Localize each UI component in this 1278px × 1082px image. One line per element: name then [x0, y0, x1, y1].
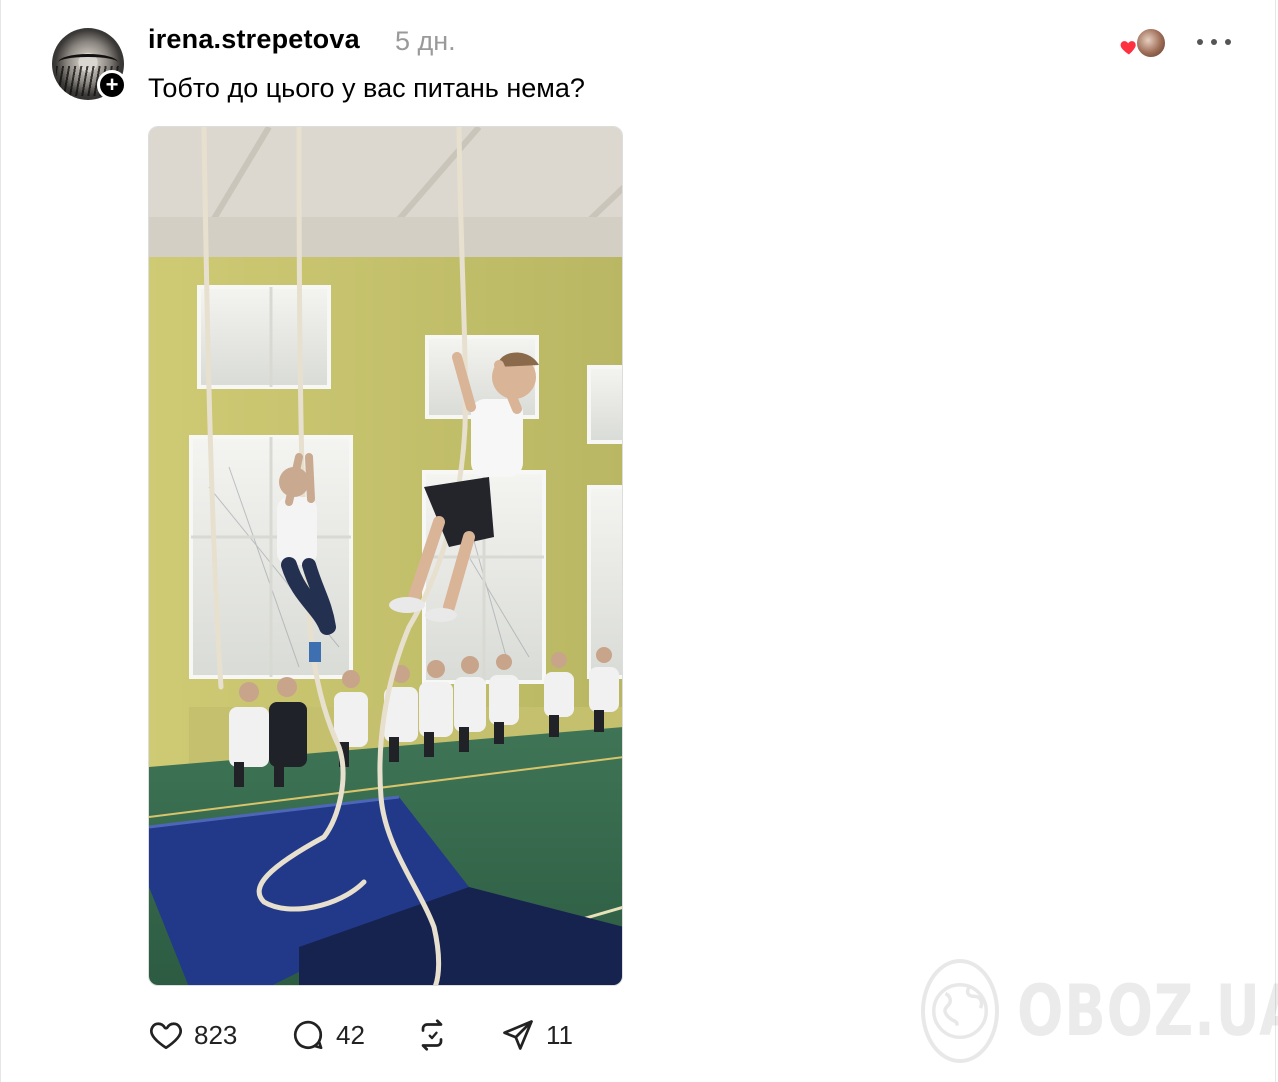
repost-icon [421, 1019, 443, 1051]
more-options-icon[interactable] [1197, 30, 1231, 54]
gym-rope-climbing-photo [149, 127, 622, 985]
comment-button[interactable]: 42 [290, 1015, 365, 1055]
like-button[interactable]: 823 [148, 1015, 237, 1055]
heart-icon [150, 1022, 182, 1050]
like-count: 823 [194, 1019, 238, 1050]
follow-plus-icon[interactable]: + [97, 70, 127, 100]
post-image[interactable] [148, 126, 623, 986]
share-icon [503, 1020, 533, 1050]
author-username[interactable]: irena.strepetova [148, 24, 360, 55]
share-count: 11 [546, 1019, 573, 1050]
liked-heart-icon [1120, 41, 1136, 55]
watermark-text: OBOZ.UA [1017, 970, 1278, 1052]
oboz-watermark: OBOZ.UA [921, 955, 1278, 1067]
liked-by-avatar [1135, 27, 1167, 59]
share-button[interactable]: 11 [500, 1015, 573, 1055]
repost-button[interactable] [414, 1015, 450, 1055]
post-card: + irena.strepetova 5 дн. Тобто до цього … [0, 0, 1278, 1082]
post-text: Тобто до цього у вас питань нема? [148, 73, 585, 103]
comment-count: 42 [336, 1019, 365, 1050]
globe-icon [921, 959, 999, 1063]
author-avatar-container[interactable]: + [52, 28, 127, 102]
comment-icon [293, 1020, 323, 1050]
post-timestamp[interactable]: 5 дн. [395, 26, 456, 57]
liked-by-indicator[interactable] [1119, 27, 1167, 59]
